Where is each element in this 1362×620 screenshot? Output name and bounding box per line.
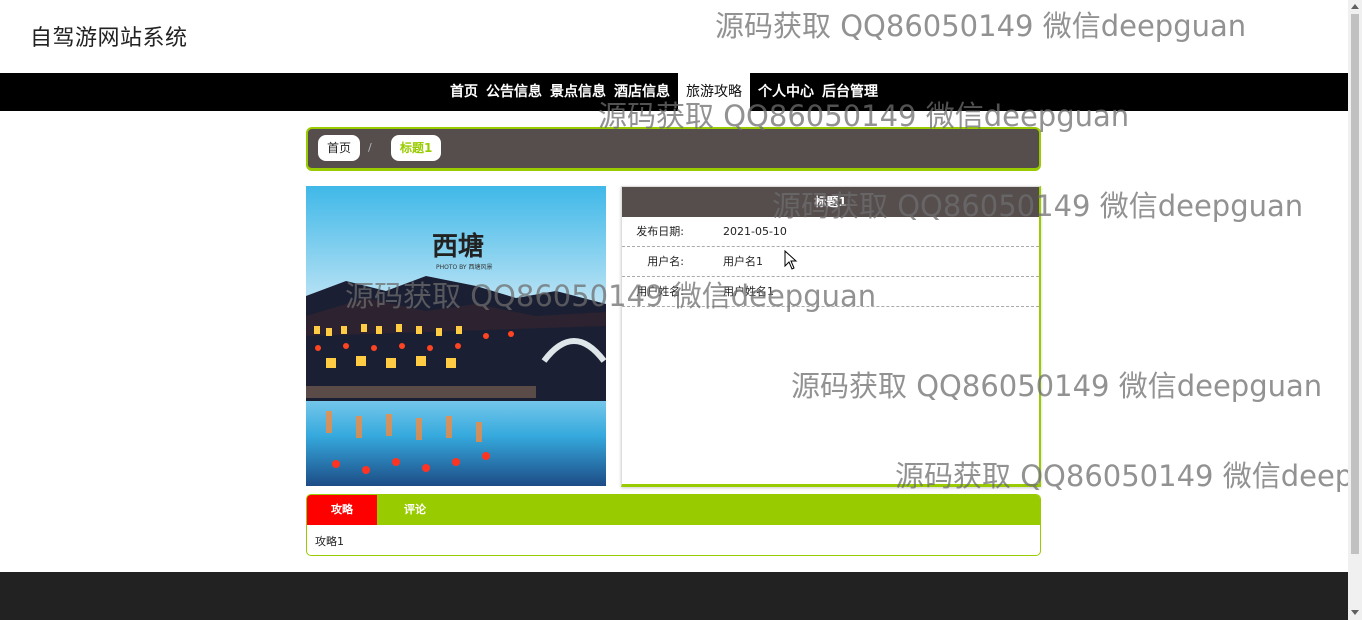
- guide-title: 标题1: [622, 187, 1039, 217]
- username-value: 用户名1: [723, 255, 763, 268]
- nav-item-personal-center[interactable]: 个人中心: [754, 73, 818, 111]
- guide-tabs: 攻略 评论 攻略1: [306, 494, 1041, 556]
- breadcrumb-current: 标题1: [391, 135, 442, 161]
- publish-date-label: 发布日期:: [636, 225, 684, 238]
- user-fullname-value: 用户姓名1: [723, 285, 774, 298]
- user-fullname-label: 用户姓名:: [636, 285, 684, 298]
- vertical-scrollbar[interactable]: [1348, 0, 1362, 620]
- tab-bar: 攻略 评论: [307, 495, 1040, 525]
- footer: [0, 572, 1348, 620]
- breadcrumb: 首页 / 标题1: [306, 127, 1041, 171]
- photo-caption: PHOTO BY 西塘风景: [436, 264, 493, 271]
- breadcrumb-home-link[interactable]: 首页: [318, 135, 361, 161]
- tab-comments[interactable]: 评论: [380, 495, 450, 525]
- scroll-up-icon[interactable]: [1351, 4, 1359, 9]
- nav-item-announcements[interactable]: 公告信息: [482, 73, 546, 111]
- site-title[interactable]: 自驾游网站系统: [30, 20, 188, 52]
- info-row-user-fullname: 用户姓名: 用户姓名1: [622, 277, 1039, 307]
- page: 自驾游网站系统 首页 公告信息 景点信息 酒店信息 旅游攻略 个人中心 后台管理…: [0, 0, 1362, 620]
- scroll-down-icon[interactable]: [1351, 610, 1359, 615]
- username-label: 用户名:: [647, 255, 684, 268]
- info-row-username: 用户名: 用户名1: [622, 247, 1039, 277]
- nav-item-hotels[interactable]: 酒店信息: [610, 73, 674, 111]
- scrollbar-thumb[interactable]: [1351, 14, 1359, 554]
- guide-photo: 西塘 PHOTO BY 西塘风景: [306, 186, 606, 486]
- nav-item-travel-guides[interactable]: 旅游攻略: [678, 73, 750, 111]
- tab-content: 攻略1: [315, 535, 344, 548]
- nav-items: 首页 公告信息 景点信息 酒店信息 旅游攻略 个人中心 后台管理: [446, 73, 882, 111]
- main-nav: 首页 公告信息 景点信息 酒店信息 旅游攻略 个人中心 后台管理: [0, 73, 1348, 111]
- mouse-cursor-icon: [784, 250, 798, 270]
- header: 自驾游网站系统: [0, 0, 1348, 73]
- info-row-publish-date: 发布日期: 2021-05-10: [622, 217, 1039, 247]
- breadcrumb-separator: /: [368, 141, 372, 154]
- nav-item-attractions[interactable]: 景点信息: [546, 73, 610, 111]
- nav-item-admin[interactable]: 后台管理: [818, 73, 882, 111]
- tab-guide[interactable]: 攻略: [307, 495, 377, 525]
- publish-date-value: 2021-05-10: [723, 225, 787, 238]
- nav-item-home[interactable]: 首页: [446, 73, 482, 111]
- photo-calligraphy: 西塘: [432, 232, 485, 262]
- guide-info-panel: 标题1 发布日期: 2021-05-10 用户名: 用户名1 用户姓名: 用户姓…: [621, 186, 1041, 487]
